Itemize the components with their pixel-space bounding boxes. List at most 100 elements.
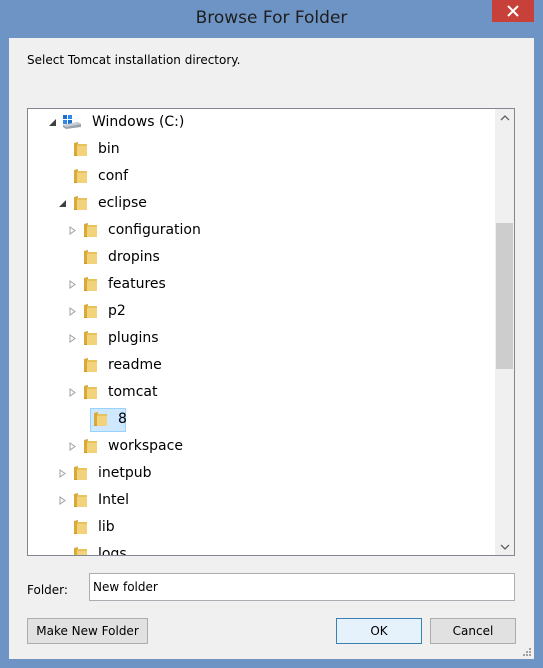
folder-icon bbox=[74, 520, 87, 534]
expander[interactable] bbox=[66, 306, 78, 316]
tree-item[interactable]: conf bbox=[56, 165, 132, 187]
tree-item[interactable]: eclipse bbox=[56, 192, 151, 214]
folder-field-label: Folder: bbox=[27, 583, 68, 597]
folder-icon bbox=[74, 169, 87, 183]
chevron-down-icon bbox=[500, 544, 509, 550]
tree-item-icon bbox=[82, 438, 98, 454]
folder-icon bbox=[74, 142, 87, 156]
tree-item[interactable]: inetpub bbox=[56, 462, 156, 484]
folder-icon bbox=[84, 223, 97, 237]
tree-item-label: 8 bbox=[118, 411, 127, 427]
folder-icon bbox=[84, 358, 97, 372]
collapsed-arrow-icon[interactable] bbox=[58, 468, 67, 478]
expander[interactable] bbox=[66, 279, 78, 289]
tree-item[interactable]: plugins bbox=[66, 327, 163, 349]
tree-item[interactable]: features bbox=[66, 273, 170, 295]
tree-item-label: eclipse bbox=[98, 195, 147, 211]
tree-item-label: conf bbox=[98, 168, 129, 184]
scroll-down-button[interactable] bbox=[495, 538, 514, 555]
tree-item-label: workspace bbox=[108, 438, 183, 454]
tree-item[interactable]: Windows (C:) bbox=[46, 111, 188, 133]
tree-item-icon bbox=[82, 249, 98, 265]
tree-item[interactable]: p2 bbox=[66, 300, 130, 322]
tree-item-label: plugins bbox=[108, 330, 159, 346]
vertical-scrollbar[interactable] bbox=[495, 109, 514, 555]
title-bar[interactable]: Browse For Folder bbox=[0, 0, 543, 38]
tree-item-label: inetpub bbox=[98, 465, 152, 481]
drive-icon bbox=[63, 115, 81, 129]
tree-item-label: dropins bbox=[108, 249, 160, 265]
expander[interactable] bbox=[66, 333, 78, 343]
tree-item-icon bbox=[72, 141, 88, 157]
folder-icon bbox=[74, 493, 87, 507]
tree-item-icon bbox=[72, 195, 88, 211]
folder-icon bbox=[84, 277, 97, 291]
make-new-folder-button[interactable]: Make New Folder bbox=[27, 618, 148, 644]
tree-item-icon bbox=[72, 546, 88, 555]
tree-item[interactable]: readme bbox=[66, 354, 166, 376]
expanded-arrow-icon[interactable] bbox=[58, 199, 67, 208]
tree-item-icon bbox=[72, 519, 88, 535]
folder-tree-viewport: Windows (C:) bin conf eclipse configuration d… bbox=[28, 109, 496, 555]
folder-icon bbox=[84, 250, 97, 264]
folder-icon bbox=[84, 439, 97, 453]
collapsed-arrow-icon[interactable] bbox=[68, 225, 77, 235]
tree-item[interactable]: Intel bbox=[56, 489, 133, 511]
cancel-button[interactable]: Cancel bbox=[430, 618, 516, 644]
tree-item-icon bbox=[72, 168, 88, 184]
dialog-title: Browse For Folder bbox=[195, 8, 348, 28]
tree-item[interactable]: 8 bbox=[76, 408, 131, 432]
tree-item[interactable]: dropins bbox=[66, 246, 164, 268]
folder-name-input[interactable] bbox=[89, 573, 515, 601]
resize-grip-icon[interactable] bbox=[522, 647, 532, 657]
folder-icon bbox=[74, 547, 87, 555]
prompt-text: Select Tomcat installation directory. bbox=[27, 53, 241, 67]
tree-item[interactable]: configuration bbox=[66, 219, 205, 241]
expanded-arrow-icon[interactable] bbox=[48, 118, 57, 127]
tree-item-icon bbox=[72, 492, 88, 508]
collapsed-arrow-icon[interactable] bbox=[68, 441, 77, 451]
tree-item-icon bbox=[82, 330, 98, 346]
close-button[interactable] bbox=[492, 0, 534, 22]
expander[interactable] bbox=[56, 495, 68, 505]
tree-item-icon bbox=[82, 276, 98, 292]
dialog-body: Select Tomcat installation directory. Wi… bbox=[9, 38, 534, 659]
collapsed-arrow-icon[interactable] bbox=[68, 306, 77, 316]
folder-icon bbox=[84, 331, 97, 345]
tree-item-label: Intel bbox=[98, 492, 129, 508]
tree-item[interactable]: tomcat bbox=[66, 381, 161, 403]
tree-item-label: Windows (C:) bbox=[92, 114, 185, 130]
expander[interactable] bbox=[66, 387, 78, 397]
expander[interactable] bbox=[56, 199, 68, 208]
chevron-up-icon bbox=[500, 114, 509, 120]
collapsed-arrow-icon[interactable] bbox=[68, 333, 77, 343]
tree-item[interactable]: workspace bbox=[66, 435, 187, 457]
tree-item-icon bbox=[92, 411, 108, 427]
tree-item[interactable]: logs bbox=[56, 543, 131, 555]
folder-icon bbox=[84, 304, 97, 318]
collapsed-arrow-icon[interactable] bbox=[58, 495, 67, 505]
tree-item[interactable]: bin bbox=[56, 138, 124, 160]
tree-item-label: lib bbox=[98, 519, 115, 535]
tree-item-label: tomcat bbox=[108, 384, 158, 400]
tree-item-icon bbox=[72, 465, 88, 481]
folder-icon bbox=[74, 196, 87, 210]
tree-item-icon bbox=[82, 222, 98, 238]
tree-item-icon bbox=[82, 357, 98, 373]
tree-item-icon bbox=[82, 303, 98, 319]
expander[interactable] bbox=[66, 225, 78, 235]
tree-item-label: configuration bbox=[108, 222, 201, 238]
expander[interactable] bbox=[66, 441, 78, 451]
close-icon bbox=[507, 5, 519, 17]
tree-item[interactable]: lib bbox=[56, 516, 119, 538]
folder-tree[interactable]: Windows (C:) bin conf eclipse configuration d… bbox=[27, 108, 515, 556]
tree-item-label: p2 bbox=[108, 303, 126, 319]
tree-item-label: readme bbox=[108, 357, 162, 373]
expander[interactable] bbox=[46, 118, 58, 127]
scroll-up-button[interactable] bbox=[495, 109, 514, 126]
scroll-thumb[interactable] bbox=[496, 223, 513, 369]
expander[interactable] bbox=[56, 468, 68, 478]
ok-button[interactable]: OK bbox=[336, 618, 422, 644]
collapsed-arrow-icon[interactable] bbox=[68, 387, 77, 397]
collapsed-arrow-icon[interactable] bbox=[68, 279, 77, 289]
